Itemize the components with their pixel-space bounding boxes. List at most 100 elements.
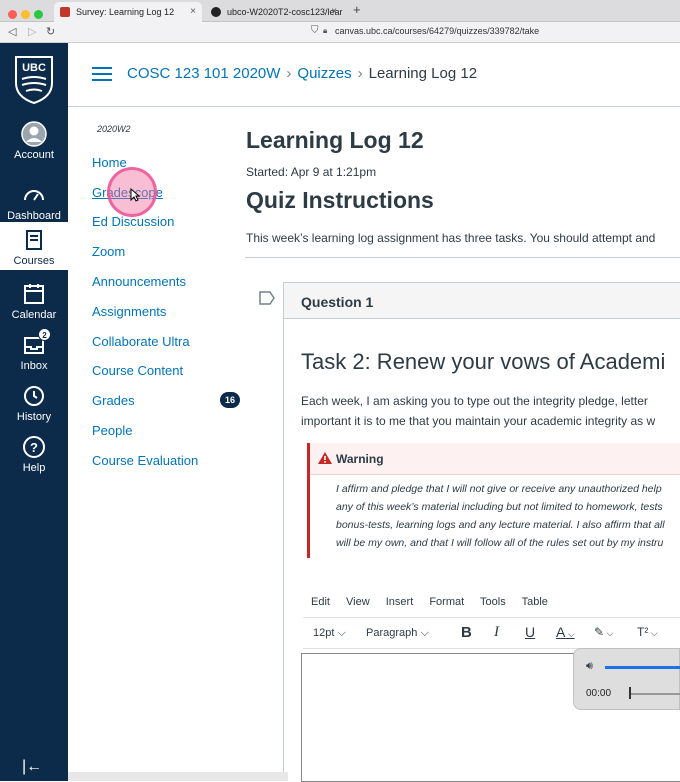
browser-tab-github[interactable]: ubco-W2020T2-cosc123/learning-... ×: [205, 2, 343, 22]
courses-book-icon: [26, 230, 42, 250]
minimize-window-button[interactable]: [21, 10, 30, 19]
svg-text:?: ?: [30, 440, 38, 455]
task-description: Each week, I am asking you to type out t…: [301, 391, 655, 431]
pledge-line: bonus-tests, learning logs and any lectu…: [336, 519, 665, 531]
seek-bar[interactable]: [629, 693, 680, 695]
editor-menu-insert[interactable]: Insert: [386, 596, 414, 608]
editor-menu-tools[interactable]: Tools: [480, 596, 506, 608]
ubc-logo-icon[interactable]: UBC: [14, 55, 54, 105]
breadcrumb: COSC 123 101 2020W › Quizzes › Learning Log …: [127, 65, 477, 82]
maximize-window-button[interactable]: [34, 10, 43, 19]
task-description-line: important it is to me that you maintain …: [301, 414, 656, 428]
task-description-line: Each week, I am asking you to type out t…: [301, 394, 648, 408]
warning-title: Warning: [336, 452, 384, 466]
chevron-down-icon: ⌵: [565, 629, 575, 639]
back-arrow-icon[interactable]: ◁: [8, 25, 16, 38]
history-clock-icon: [24, 386, 44, 406]
global-nav-account[interactable]: Account: [0, 121, 68, 161]
close-window-button[interactable]: [8, 10, 17, 19]
global-nav-label: Calendar: [11, 309, 57, 321]
global-nav-label: Courses: [13, 255, 55, 267]
course-header: COSC 123 101 2020W › Quizzes › Learning Log …: [68, 43, 680, 107]
text-color-label: A: [556, 624, 566, 640]
dashboard-gauge-icon: [24, 190, 44, 201]
course-nav-course-evaluation[interactable]: Course Evaluation: [92, 453, 198, 468]
superscript-label: T²: [637, 625, 649, 639]
cursor-highlight: [107, 167, 157, 217]
block-format-select[interactable]: Paragraph ⌵: [366, 627, 429, 640]
course-nav-zoom[interactable]: Zoom: [92, 244, 125, 259]
global-nav-courses[interactable]: Courses: [0, 222, 68, 270]
course-nav-course-content[interactable]: Course Content: [92, 363, 183, 378]
volume-icon[interactable]: 🔊︎: [586, 660, 593, 673]
browser-tab-strip: Survey: Learning Log 12 × ubco-W2020T2-c…: [0, 0, 680, 22]
started-time: Started: Apr 9 at 1:21pm: [246, 165, 377, 179]
global-nav-label: Help: [22, 462, 46, 474]
chevron-down-icon: ⌵: [420, 627, 429, 639]
breadcrumb-quizzes[interactable]: Quizzes: [297, 65, 351, 82]
quiz-instructions-text: This week’s learning log assignment has …: [246, 231, 656, 245]
collapse-nav-icon[interactable]: |←: [22, 758, 42, 776]
reload-icon[interactable]: ↻: [46, 25, 55, 38]
global-nav-calendar[interactable]: Calendar: [0, 281, 68, 321]
global-nav-dashboard[interactable]: Dashboard: [0, 182, 68, 222]
editor-menu-format[interactable]: Format: [429, 596, 464, 608]
course-nav-label: Grades: [92, 393, 135, 408]
hamburger-menu-icon[interactable]: [92, 67, 112, 82]
chevron-down-icon: ⌵: [604, 628, 614, 638]
new-tab-button[interactable]: +: [353, 2, 361, 17]
svg-text:UBC: UBC: [22, 62, 46, 74]
editor-menu-edit[interactable]: Edit: [311, 596, 330, 608]
tab-label: ubco-W2020T2-cosc123/learning-...: [227, 7, 343, 17]
course-nav-assignments[interactable]: Assignments: [92, 304, 166, 319]
bookmark-icon[interactable]: ⛉: [311, 25, 319, 36]
close-tab-icon[interactable]: ×: [190, 2, 196, 22]
volume-slider[interactable]: [605, 666, 680, 669]
course-nav-announcements[interactable]: Announcements: [92, 274, 186, 289]
url-text[interactable]: canvas.ubc.ca/courses/64279/quizzes/3397…: [335, 26, 539, 36]
course-nav-home[interactable]: Home: [92, 155, 127, 170]
underline-button[interactable]: U: [525, 624, 535, 640]
highlight-color-button[interactable]: ✎ ⌵: [594, 625, 613, 639]
browser-tab-survey[interactable]: Survey: Learning Log 12 ×: [54, 2, 202, 22]
breadcrumb-separator: ›: [357, 65, 363, 82]
global-nav-label: Dashboard: [7, 210, 61, 222]
font-size-value: 12pt: [313, 627, 335, 639]
global-nav-history[interactable]: History: [0, 383, 68, 423]
media-player: 🔊︎ 00:00: [573, 648, 680, 710]
global-nav-label: Inbox: [20, 360, 48, 372]
playback-time: 00:00: [586, 688, 612, 699]
close-tab-icon[interactable]: ×: [331, 2, 337, 22]
user-avatar-icon: [21, 121, 47, 147]
bold-button[interactable]: B: [461, 624, 472, 641]
address-bar: ◁ ▷ ↻ ⛉ 🔒︎ canvas.ubc.ca/courses/64279/q…: [0, 22, 680, 43]
text-color-button[interactable]: A ⌵: [556, 624, 575, 640]
superscript-button[interactable]: T² ⌵: [637, 625, 658, 639]
lock-icon: 🔒︎: [323, 26, 328, 35]
block-format-value: Paragraph: [366, 627, 418, 639]
editor-toolbar: 12pt ⌵ Paragraph ⌵ B I U A ⌵ ✎ ⌵ T² ⌵: [303, 617, 680, 649]
font-size-select[interactable]: 12pt ⌵: [313, 627, 346, 640]
help-question-icon: ?: [23, 436, 45, 458]
editor-menu-view[interactable]: View: [346, 596, 370, 608]
global-nav-label: Account: [14, 149, 54, 161]
canvas-favicon-icon: [60, 7, 70, 17]
flag-question-icon[interactable]: [259, 291, 275, 305]
quiz-instructions-heading: Quiz Instructions: [246, 187, 434, 213]
global-nav-help[interactable]: ? Help: [0, 434, 68, 474]
course-nav-collaborate-ultra[interactable]: Collaborate Ultra: [92, 334, 190, 349]
seek-handle[interactable]: [629, 687, 631, 699]
forward-arrow-icon[interactable]: ▷: [28, 25, 36, 38]
divider: [245, 257, 680, 258]
editor-menu-table[interactable]: Table: [522, 596, 548, 608]
global-nav-inbox[interactable]: 2 Inbox: [0, 328, 68, 372]
breadcrumb-course[interactable]: COSC 123 101 2020W: [127, 65, 280, 82]
question-header: Question 1: [284, 283, 680, 319]
italic-button[interactable]: I: [494, 624, 499, 641]
pledge-line: I affirm and pledge that I will not give…: [336, 483, 662, 495]
pledge-line: any of this week’s material including bu…: [336, 501, 663, 513]
warning-triangle-icon: [318, 452, 332, 464]
page-title: Learning Log 12: [246, 127, 424, 153]
course-nav-people[interactable]: People: [92, 423, 132, 438]
course-nav-grades[interactable]: Grades 16: [92, 392, 240, 408]
